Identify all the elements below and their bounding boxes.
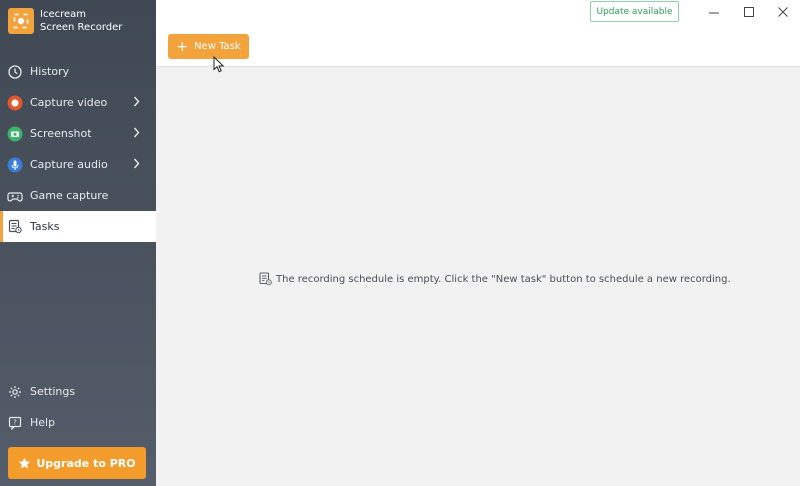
update-available-button[interactable]: Update available <box>590 1 679 22</box>
chevron-right-icon <box>133 96 140 110</box>
schedule-icon <box>259 272 272 286</box>
gear-icon <box>7 384 23 400</box>
mouse-pointer-icon <box>213 55 225 77</box>
sidebar-item-label: Settings <box>30 385 76 398</box>
chevron-right-icon <box>133 158 140 172</box>
microphone-icon <box>7 157 23 173</box>
upgrade-to-pro-button[interactable]: Upgrade to PRO <box>8 447 146 479</box>
star-icon <box>18 457 31 470</box>
upgrade-label: Upgrade to PRO <box>36 456 136 470</box>
sidebar-item-capture-audio[interactable]: Capture audio <box>0 149 156 180</box>
help-icon: ? <box>7 415 23 431</box>
sidebar-item-label: Tasks <box>30 220 60 233</box>
clock-icon <box>7 64 23 80</box>
svg-text:?: ? <box>13 418 17 426</box>
sidebar-item-label: History <box>30 65 70 78</box>
sidebar-item-tasks[interactable]: Tasks <box>0 211 156 242</box>
sidebar-item-label: Capture video <box>30 96 108 109</box>
sidebar-item-capture-video[interactable]: Capture video <box>0 87 156 118</box>
sidebar: Icecream Screen Recorder History Capture… <box>0 0 156 486</box>
tasks-icon <box>7 219 23 235</box>
sidebar-item-game-capture[interactable]: Game capture <box>0 180 156 211</box>
brand-line-1: Icecream <box>40 9 87 20</box>
app-title: Icecream Screen Recorder <box>40 8 122 34</box>
app-logo-icon <box>8 8 34 34</box>
record-icon <box>7 95 23 111</box>
close-icon[interactable] <box>775 4 791 20</box>
sidebar-item-help[interactable]: ? Help <box>0 407 156 438</box>
sidebar-item-label: Capture audio <box>30 158 108 171</box>
empty-state-text: The recording schedule is empty. Click t… <box>276 273 731 285</box>
sidebar-item-history[interactable]: History <box>0 56 156 87</box>
chevron-right-icon <box>133 127 140 141</box>
sidebar-item-settings[interactable]: Settings <box>0 376 156 407</box>
sidebar-nav: History Capture video Screenshot Capture… <box>0 56 156 242</box>
empty-state-message: The recording schedule is empty. Click t… <box>259 272 731 286</box>
sidebar-item-label: Game capture <box>30 189 109 202</box>
gamepad-icon <box>7 188 23 204</box>
header-bar: Update available + New Task <box>156 0 800 67</box>
new-task-label: New Task <box>194 41 241 52</box>
sidebar-item-label: Screenshot <box>30 127 92 140</box>
minimize-icon[interactable] <box>706 4 722 20</box>
sidebar-item-label: Help <box>30 416 56 429</box>
sidebar-bottom-nav: Settings ? Help <box>0 376 156 438</box>
camera-icon <box>7 126 23 142</box>
sidebar-item-screenshot[interactable]: Screenshot <box>0 118 156 149</box>
maximize-icon[interactable] <box>741 4 757 20</box>
new-task-button[interactable]: + New Task <box>168 34 249 59</box>
app-brand: Icecream Screen Recorder <box>8 8 122 34</box>
brand-line-2: Screen Recorder <box>40 22 123 33</box>
plus-icon: + <box>176 38 189 55</box>
tasks-panel: The recording schedule is empty. Click t… <box>156 68 800 486</box>
